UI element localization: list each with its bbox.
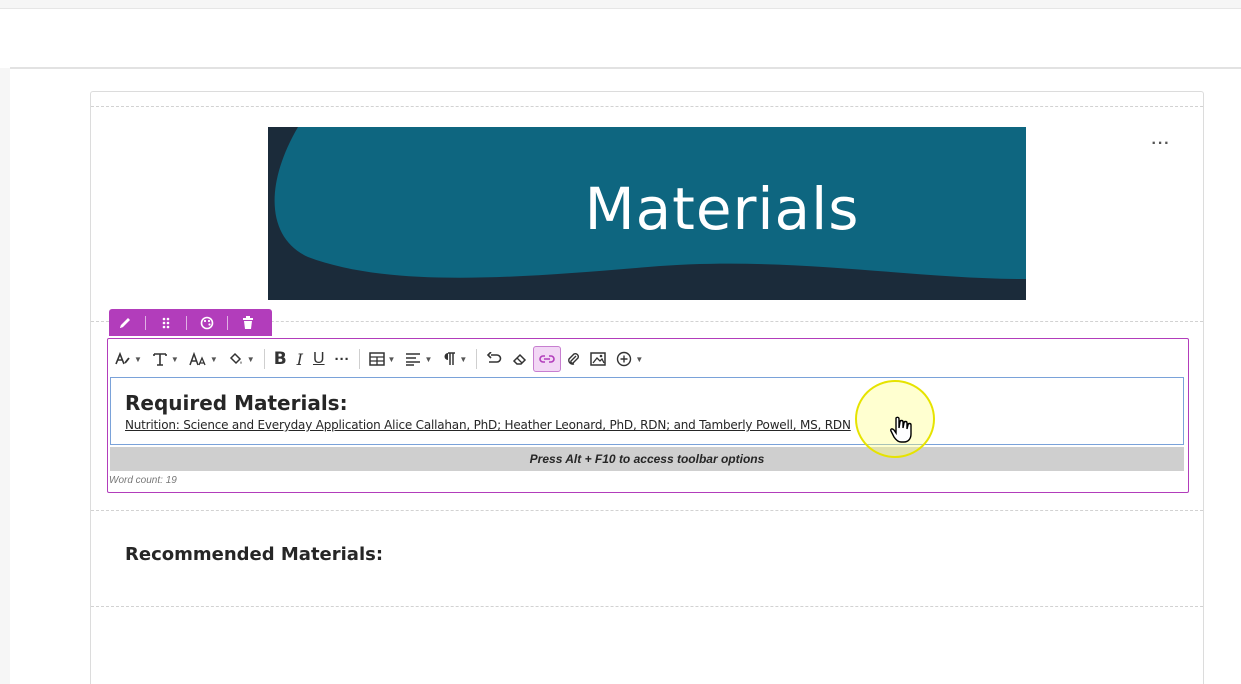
font-family-icon [153,353,167,366]
textbook-link[interactable]: Nutrition: Science and Everyday Applicat… [125,418,851,432]
more-options-button[interactable]: ··· [1149,136,1173,155]
italic-button[interactable]: I [292,346,308,372]
undo-button[interactable] [481,346,507,372]
image-icon [590,352,607,366]
align-left-icon [406,353,421,366]
block-toolbar [109,309,272,336]
underline-button[interactable]: U [308,346,330,372]
add-circle-icon [617,351,632,367]
hand-pointer-icon [890,416,912,443]
separator [358,349,360,369]
pencil-icon[interactable] [109,309,141,336]
editor-text-area[interactable]: Required Materials: Nutrition: Science a… [110,377,1184,445]
more-formatting-button[interactable]: ··· [330,346,355,372]
drag-handle-icon[interactable] [150,309,182,336]
paint-bucket-icon [229,352,242,365]
undo-icon [487,352,502,363]
align-dropdown[interactable]: ▼ [400,346,437,372]
text-color-dropdown[interactable]: ▼ [223,346,260,372]
editor-toolbar: ▼ ▼ ▼ ▼ B I U ··· ▼ ▼ ▼ ▼ [110,344,648,374]
separator [263,349,265,369]
font-size-dropdown[interactable]: ▼ [184,346,223,372]
table-icon [368,352,385,366]
separator [145,315,146,330]
word-count: Word count: 19 [109,475,177,486]
paragraph-icon [444,352,456,365]
insert-content-dropdown[interactable]: ▼ [611,346,648,372]
bold-button[interactable]: B [269,346,292,372]
insert-image-button[interactable] [585,346,611,372]
block-divider [91,106,1203,107]
materials-banner-image: Materials [268,127,1026,300]
paragraph-dropdown[interactable]: ▼ [437,346,472,372]
eraser-icon [513,353,527,365]
link-icon [539,355,556,363]
separator [476,349,478,369]
font-family-dropdown[interactable]: ▼ [147,346,184,372]
block-divider [91,510,1203,511]
required-materials-heading: Required Materials: [125,391,348,415]
text-style-dropdown[interactable]: ▼ [110,346,147,372]
top-header [0,8,1241,68]
banner-title: Materials [584,175,860,243]
separator [186,315,187,330]
palette-icon[interactable] [191,309,223,336]
recommended-materials-heading: Recommended Materials: [125,544,384,565]
link-button[interactable] [533,346,562,372]
separator [227,315,228,330]
text-style-icon [115,352,130,365]
block-divider [91,606,1203,607]
trash-icon[interactable] [232,309,264,336]
font-size-icon [189,352,206,366]
paperclip-icon [568,353,580,365]
table-dropdown[interactable]: ▼ [364,346,401,372]
clear-format-button[interactable] [507,346,533,372]
toolbar-help-bar: Press Alt + F10 to access toolbar option… [110,447,1184,471]
attachment-button[interactable] [561,346,585,372]
